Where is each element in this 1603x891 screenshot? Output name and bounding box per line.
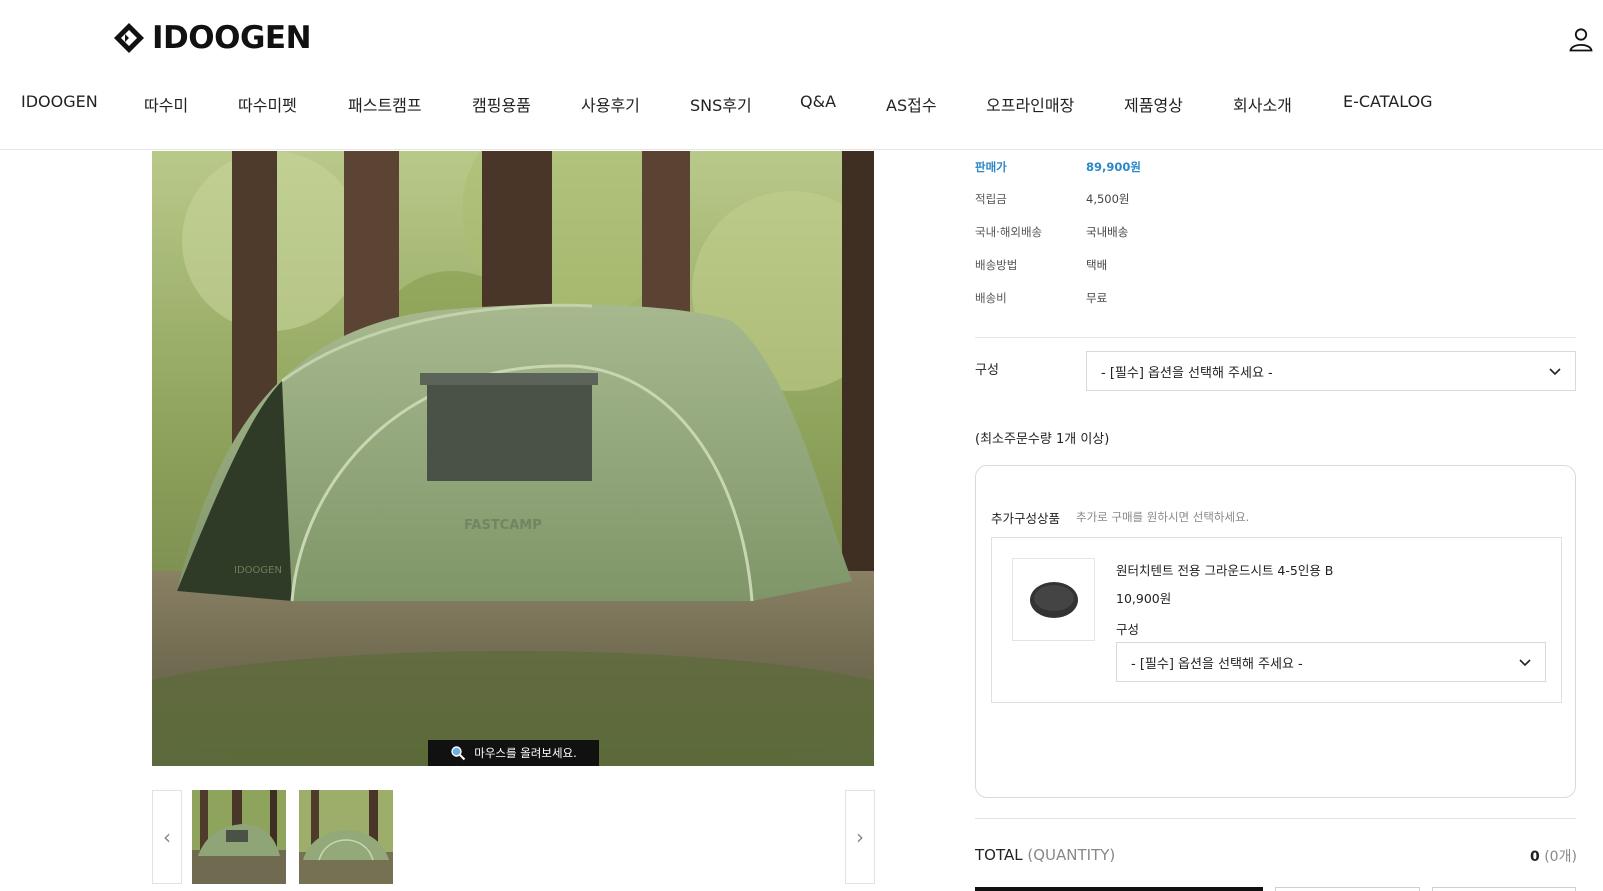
nav-item-idoogen[interactable]: IDOOGEN: [21, 92, 98, 111]
nav-item-fastcamp[interactable]: 패스트캠프: [348, 92, 422, 116]
nav-item-offline-store[interactable]: 오프라인매장: [986, 92, 1074, 116]
chevron-left-icon: ‹: [163, 825, 171, 849]
option-select-value: - [필수] 옵션을 선택해 주세요 -: [1101, 365, 1273, 381]
main-navigation: IDOOGEN 따수미 따수미펫 패스트캠프 캠핑용품 사용후기 SNS후기 Q…: [0, 92, 1500, 126]
nav-item-ecatalog[interactable]: E-CATALOG: [1343, 92, 1433, 111]
shipping-scope-row: 국내·해외배송 국내배송: [975, 224, 1576, 242]
tent-brand-print: FASTCAMP: [464, 518, 542, 533]
nav-item-ttasumi-pet[interactable]: 따수미펫: [238, 92, 297, 116]
wishlist-button[interactable]: [1432, 887, 1576, 891]
addon-item-name[interactable]: 원터치텐트 전용 그라운드시트 4-5인용 B: [1116, 560, 1333, 579]
zoom-tooltip-text: 마우스를 올려보세요.: [474, 746, 577, 760]
logo-mark-icon: [114, 23, 144, 53]
zoom-tooltip: 마우스를 올려보세요.: [428, 740, 599, 766]
user-account-icon[interactable]: [1568, 26, 1594, 52]
addon-item-image[interactable]: [1012, 558, 1095, 641]
nav-item-company[interactable]: 회사소개: [1233, 92, 1292, 116]
buy-now-button[interactable]: [975, 887, 1263, 891]
total-label: TOTAL (QUANTITY): [975, 846, 1115, 864]
chevron-down-icon: [1519, 659, 1531, 667]
shipping-method-row: 배송방법 택배: [975, 257, 1576, 275]
addon-option-select[interactable]: - [필수] 옵션을 선택해 주세요 -: [1116, 642, 1546, 682]
shipping-method-value: 택배: [1086, 258, 1108, 272]
shipping-fee-label: 배송비: [975, 291, 1007, 305]
thumbnail-2-image: [299, 790, 393, 884]
total-amount: 0: [1530, 849, 1540, 865]
shipping-fee-value: 무료: [1086, 291, 1108, 305]
nav-item-ttasumi[interactable]: 따수미: [144, 92, 188, 116]
nav-item-sns-reviews[interactable]: SNS후기: [690, 92, 752, 116]
ground-sheet-image: [1029, 581, 1078, 618]
shipping-scope-label: 국내·해외배송: [975, 225, 1043, 239]
chevron-down-icon: [1549, 368, 1561, 376]
nav-item-videos[interactable]: 제품영상: [1124, 92, 1183, 116]
points-row: 적립금 4,500원: [975, 191, 1576, 209]
product-main-image[interactable]: FASTCAMP IDOOGEN: [152, 151, 874, 766]
tent-photo: FASTCAMP IDOOGEN: [152, 151, 874, 766]
thumbnail-next-button[interactable]: ›: [845, 790, 875, 884]
total-quantity-label: (QUANTITY): [1027, 846, 1116, 864]
site-logo[interactable]: IDOOGEN: [112, 18, 312, 58]
points-label: 적립금: [975, 192, 1007, 206]
addon-option-label: 구성: [1116, 622, 1140, 637]
shipping-fee-row: 배송비 무료: [975, 290, 1576, 308]
cart-button[interactable]: [1275, 887, 1420, 891]
logo-text: IDOOGEN: [152, 20, 312, 56]
price-value: 89,900원: [1086, 160, 1141, 174]
points-value: 4,500원: [1086, 192, 1130, 206]
option-select[interactable]: - [필수] 옵션을 선택해 주세요 -: [1086, 351, 1576, 391]
thumbnail-prev-button[interactable]: ‹: [152, 790, 182, 884]
tent-logo-print: IDOOGEN: [234, 565, 282, 576]
addon-products-box: 추가구성상품 추가로 구매를 원하시면 선택하세요. 원터치텐트 전용 그라운드…: [975, 465, 1576, 798]
thumbnail-1[interactable]: [192, 790, 286, 884]
nav-item-qna[interactable]: Q&A: [800, 92, 836, 111]
addon-item-price: 10,900원: [1116, 591, 1172, 606]
price-label: 판매가: [975, 160, 1007, 174]
nav-item-as[interactable]: AS접수: [886, 92, 937, 116]
total-count: (0개): [1544, 849, 1577, 865]
chevron-right-icon: ›: [856, 825, 864, 849]
nav-item-camping-gear[interactable]: 캠핑용품: [472, 92, 531, 116]
addon-title: 추가구성상품: [991, 511, 1061, 526]
site-header: IDOOGEN IDOOGEN 따수미 따수미펫 패스트캠프 캠핑용품 사용후기…: [0, 0, 1603, 150]
shipping-scope-value: 국내배송: [1086, 225, 1129, 239]
total-title: TOTAL: [975, 846, 1023, 864]
shipping-method-label: 배송방법: [975, 258, 1018, 272]
price-row: 판매가 89,900원: [975, 159, 1576, 177]
thumbnail-1-image: [192, 790, 286, 884]
magnifier-icon: [451, 746, 466, 761]
nav-item-reviews[interactable]: 사용후기: [581, 92, 640, 116]
total-divider: [975, 818, 1576, 819]
info-divider: [975, 337, 1576, 338]
min-order-note: (최소주문수량 1개 이상): [975, 432, 1110, 447]
thumbnail-2[interactable]: [299, 790, 393, 884]
option-label: 구성: [975, 363, 999, 378]
addon-description: 추가로 구매를 원하시면 선택하세요.: [1076, 510, 1250, 524]
addon-option-select-value: - [필수] 옵션을 선택해 주세요 -: [1131, 656, 1303, 672]
total-value: 0 (0개): [1530, 846, 1577, 866]
addon-item: 원터치텐트 전용 그라운드시트 4-5인용 B 10,900원 구성 - [필수…: [991, 537, 1562, 703]
